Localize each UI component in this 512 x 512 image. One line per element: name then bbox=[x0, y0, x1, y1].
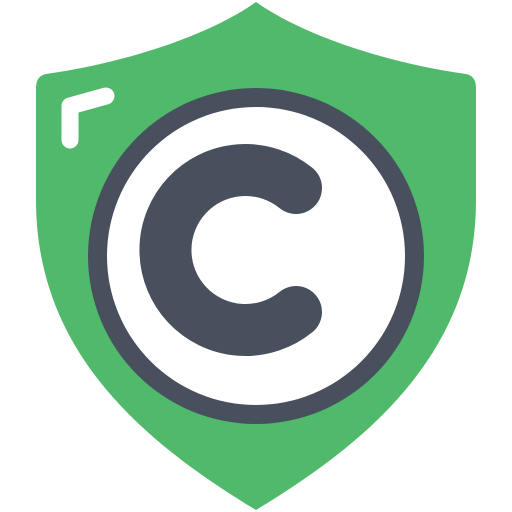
copyright-shield-icon bbox=[0, 0, 512, 512]
icon-canvas bbox=[36, 2, 476, 510]
